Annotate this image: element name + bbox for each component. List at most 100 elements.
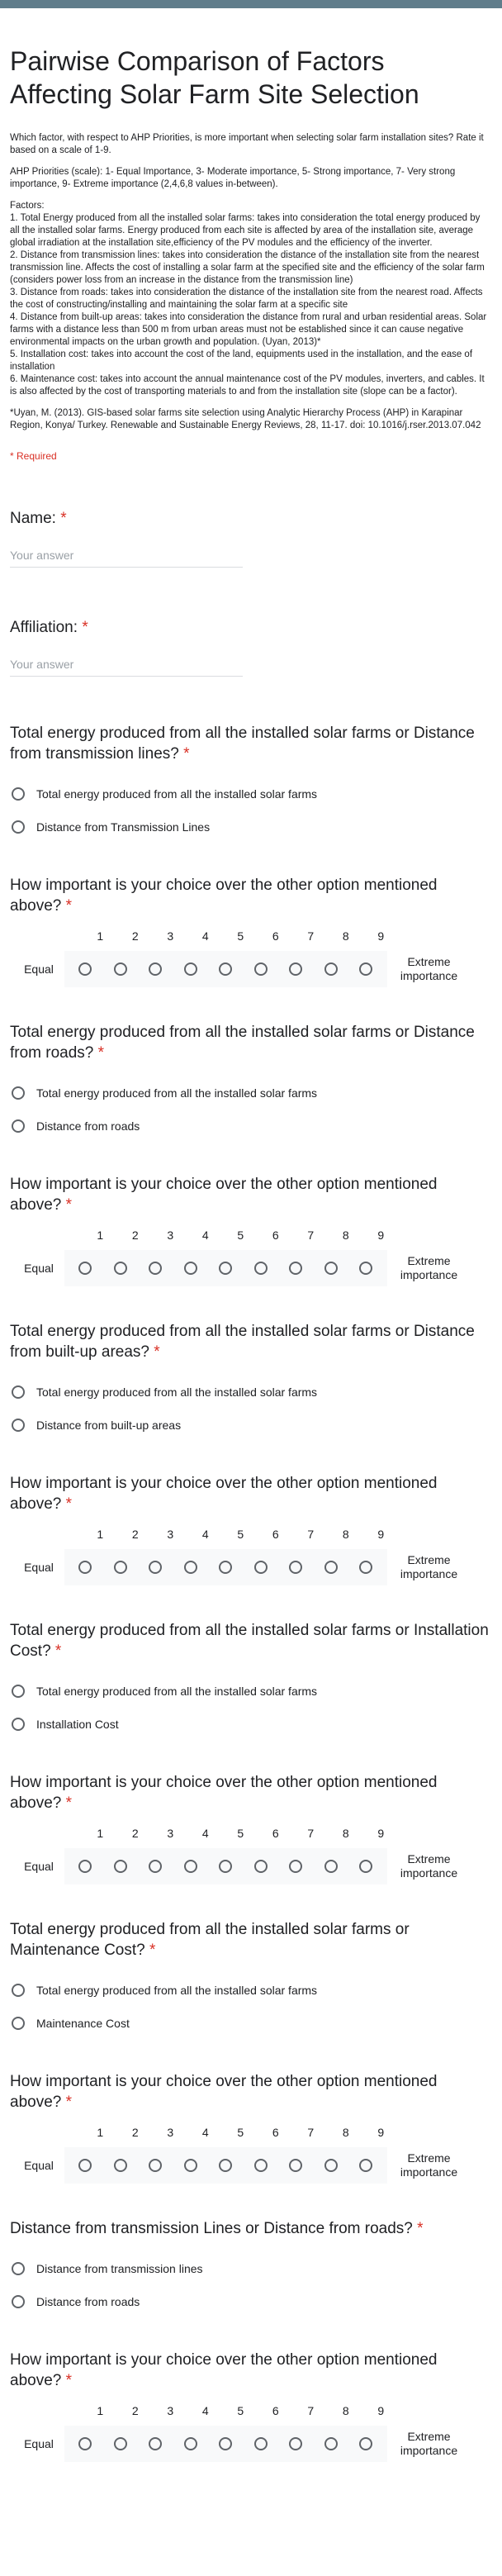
scale-option[interactable] [348,1262,384,1275]
scale-option[interactable] [278,2437,314,2450]
scale-option[interactable] [68,962,103,976]
radio-button[interactable] [113,2159,127,2172]
radio-button[interactable] [149,1561,163,1574]
scale-option[interactable] [244,1561,279,1574]
scale-option[interactable] [138,1561,173,1574]
radio-button[interactable] [289,962,303,976]
radio-button[interactable] [289,1262,303,1275]
radio-button[interactable] [12,1119,25,1133]
scale-option[interactable] [173,2437,209,2450]
option-b[interactable]: Distance from roads [10,1110,492,1143]
radio-button[interactable] [253,1860,268,1873]
radio-button[interactable] [12,1419,25,1432]
radio-button[interactable] [219,1262,233,1275]
radio-button[interactable] [183,1561,197,1574]
radio-button[interactable] [12,787,25,801]
radio-button[interactable] [289,1561,303,1574]
scale-option[interactable] [103,2159,139,2172]
radio-button[interactable] [219,2159,233,2172]
option-a[interactable]: Distance from transmission lines [10,2252,492,2285]
radio-button[interactable] [78,1262,92,1275]
option-b[interactable]: Distance from built-up areas [10,1409,492,1442]
radio-button[interactable] [113,962,127,976]
radio-button[interactable] [183,2159,197,2172]
radio-button[interactable] [253,1561,268,1574]
radio-button[interactable] [12,1385,25,1399]
scale-option[interactable] [173,2159,209,2172]
scale-option[interactable] [314,1561,349,1574]
radio-button[interactable] [113,1262,127,1275]
option-b[interactable]: Installation Cost [10,1708,492,1741]
option-b[interactable]: Distance from Transmission Lines [10,810,492,844]
radio-button[interactable] [78,1860,92,1873]
scale-option[interactable] [244,2159,279,2172]
radio-button[interactable] [253,1262,268,1275]
radio-button[interactable] [324,2159,338,2172]
option-a[interactable]: Total energy produced from all the insta… [10,777,492,810]
scale-option[interactable] [208,2159,244,2172]
scale-option[interactable] [278,1860,314,1873]
radio-button[interactable] [289,2437,303,2450]
radio-button[interactable] [219,1561,233,1574]
scale-option[interactable] [138,962,173,976]
radio-button[interactable] [12,1086,25,1100]
scale-option[interactable] [103,1262,139,1275]
scale-option[interactable] [173,1860,209,1873]
option-b[interactable]: Maintenance Cost [10,2007,492,2040]
scale-option[interactable] [68,1860,103,1873]
scale-option[interactable] [348,1860,384,1873]
radio-button[interactable] [12,820,25,834]
radio-button[interactable] [149,1860,163,1873]
scale-option[interactable] [348,1561,384,1574]
scale-option[interactable] [173,1561,209,1574]
scale-option[interactable] [278,962,314,976]
radio-button[interactable] [359,1561,373,1574]
scale-option[interactable] [314,1860,349,1873]
name-input[interactable] [10,544,243,568]
scale-option[interactable] [68,1561,103,1574]
radio-button[interactable] [359,1262,373,1275]
scale-option[interactable] [314,2437,349,2450]
radio-button[interactable] [12,1984,25,1997]
scale-option[interactable] [173,962,209,976]
radio-button[interactable] [324,2437,338,2450]
radio-button[interactable] [183,1262,197,1275]
radio-button[interactable] [219,962,233,976]
scale-option[interactable] [278,1262,314,1275]
scale-option[interactable] [68,1262,103,1275]
option-a[interactable]: Total energy produced from all the insta… [10,1974,492,2007]
scale-option[interactable] [138,2159,173,2172]
scale-option[interactable] [208,2437,244,2450]
scale-option[interactable] [278,2159,314,2172]
radio-button[interactable] [183,1860,197,1873]
scale-option[interactable] [103,962,139,976]
scale-option[interactable] [348,2159,384,2172]
radio-button[interactable] [12,2017,25,2030]
radio-button[interactable] [359,2159,373,2172]
scale-option[interactable] [138,1860,173,1873]
scale-option[interactable] [314,2159,349,2172]
radio-button[interactable] [12,2295,25,2308]
radio-button[interactable] [78,962,92,976]
scale-option[interactable] [348,962,384,976]
scale-option[interactable] [244,1262,279,1275]
scale-option[interactable] [138,2437,173,2450]
radio-button[interactable] [113,1561,127,1574]
scale-option[interactable] [138,1262,173,1275]
radio-button[interactable] [12,1685,25,1698]
radio-button[interactable] [253,2437,268,2450]
radio-button[interactable] [12,2262,25,2275]
scale-option[interactable] [173,1262,209,1275]
radio-button[interactable] [359,962,373,976]
radio-button[interactable] [183,2437,197,2450]
option-b[interactable]: Distance from roads [10,2285,492,2318]
scale-option[interactable] [208,1561,244,1574]
radio-button[interactable] [78,2437,92,2450]
radio-button[interactable] [219,1860,233,1873]
scale-option[interactable] [208,1860,244,1873]
radio-button[interactable] [289,2159,303,2172]
radio-button[interactable] [149,962,163,976]
radio-button[interactable] [219,2437,233,2450]
radio-button[interactable] [253,962,268,976]
radio-button[interactable] [324,1262,338,1275]
